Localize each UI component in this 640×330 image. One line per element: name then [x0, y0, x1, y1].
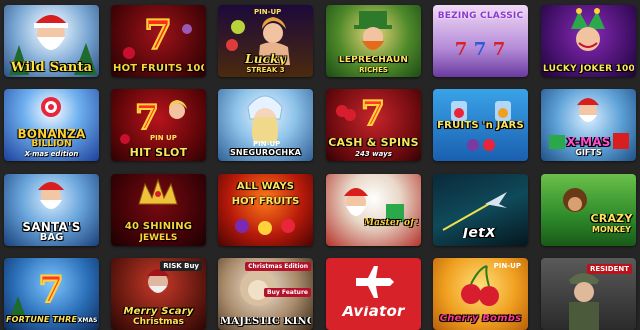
game-subtitle: STREAK 3 [246, 66, 285, 74]
game-title: JetX [463, 228, 496, 238]
plane-art [356, 266, 394, 298]
game-title: SANTA'S [22, 222, 81, 232]
game-title: LEPRECHAUN [338, 56, 409, 65]
game-title: MAJESTIC KING [220, 317, 311, 327]
game-title: LUCKY JOKER 100 [543, 64, 634, 74]
brand-badge: PIN UP [150, 134, 177, 142]
game-title: Lucky [245, 53, 286, 65]
game-subtitle: Christmas [132, 317, 184, 327]
game-title: Aviator [342, 306, 405, 316]
game-title: BEZING CLASSIC [437, 11, 524, 21]
game-tile-merry-scary-christmas[interactable]: RISK Buy Merry Scary Christmas [111, 258, 206, 330]
game-title: Merry Scary [123, 307, 194, 317]
game-title: HOT FRUITS 100 [113, 64, 204, 74]
game-tile-cherry-bombs[interactable]: PIN-UP Cherry Bombs [433, 258, 528, 330]
game-subtitle: GIFTS [575, 148, 602, 157]
game-tile-all-ways-hot-fruits[interactable]: ALL WAYS HOT FRUITS [218, 174, 313, 246]
games-grid: Wild Santa 7 HOT FRUITS 100 PIN-UP Lucky… [0, 0, 640, 330]
game-title: Cherry Bombs [439, 314, 522, 324]
svg-text:7: 7 [38, 269, 63, 311]
svg-text:7: 7 [455, 39, 468, 60]
brand-badge: PIN-UP [254, 8, 282, 16]
game-tile-hot-fruits-100[interactable]: 7 HOT FRUITS 100 [111, 5, 206, 77]
game-tile-lucky-joker-100[interactable]: LUCKY JOKER 100 [541, 5, 636, 77]
game-title: ALL WAYS [236, 182, 295, 192]
game-tile-lucky-streak-3[interactable]: PIN-UP Lucky STREAK 3 [218, 5, 313, 77]
game-title: HIT SLOT [129, 148, 188, 158]
game-tile-cash-and-spins[interactable]: 7 CASH & SPINS 243 ways [326, 89, 421, 161]
svg-text:7: 7 [493, 39, 506, 60]
game-title: FORTUNE THREE [6, 315, 77, 324]
game-subtitle: 243 ways [355, 150, 392, 158]
game-edition: X-mas edition [24, 150, 79, 158]
game-tile-majestic-king[interactable]: Christmas Edition Buy Feature MAJESTIC K… [218, 258, 313, 330]
game-title: CASH & SPINS [328, 138, 419, 148]
game-tile-hit-slot[interactable]: 7 PIN UP HIT SLOT [111, 89, 206, 161]
game-tile-resident[interactable]: RESIDENT [541, 258, 636, 330]
game-tile-fortune-three-xmas[interactable]: 7 FORTUNE THREE XMAS [4, 258, 99, 330]
svg-text:7: 7 [361, 94, 385, 134]
game-tile-jetx[interactable]: JetX [433, 174, 528, 246]
game-tile-aviator[interactable]: Aviator [326, 258, 421, 330]
brand-badge: PIN-UP [493, 262, 521, 270]
risk-buy-badge: RISK Buy [160, 261, 202, 271]
svg-text:7: 7 [474, 39, 487, 60]
monkey-art [563, 188, 587, 212]
game-subtitle: JEWELS [139, 233, 178, 243]
game-subtitle: RICHES [359, 66, 388, 74]
game-tile-pin-up-snegurochka[interactable]: PIN-UP SNEGUROCHKA [218, 89, 313, 161]
game-tile-crazy-monkey[interactable]: CRAZY MONKEY [541, 174, 636, 246]
game-subtitle: XMAS [77, 317, 98, 324]
game-tile-wild-santa[interactable]: Wild Santa [4, 5, 99, 77]
game-title: SNEGUROCHKA [229, 148, 302, 157]
game-title: Master of Xmas [364, 218, 419, 228]
game-title: 40 SHINING [124, 222, 193, 232]
game-tile-fruits-n-jars[interactable]: FRUITS 'n JARS [433, 89, 528, 161]
svg-text:7: 7 [144, 12, 172, 59]
buy-feature-badge: Buy Feature [264, 288, 311, 297]
game-tile-master-of-xmas[interactable]: Master of Xmas [326, 174, 421, 246]
game-tile-leprechaun-riches[interactable]: LEPRECHAUN RICHES [326, 5, 421, 77]
game-title: FRUITS 'n JARS [437, 121, 524, 131]
svg-text:7: 7 [135, 98, 159, 138]
santa-art [344, 188, 404, 222]
game-title: Wild Santa [10, 61, 93, 74]
edition-badge: Christmas Edition [245, 262, 311, 271]
game-subtitle: BAG [39, 232, 64, 243]
game-tile-40-shining-jewels[interactable]: 40 SHINING JEWELS [111, 174, 206, 246]
game-title: CRAZY [590, 214, 633, 224]
game-title: BONANZA [17, 129, 86, 139]
game-title: RESIDENT [586, 264, 632, 274]
game-subtitle: BILLION [31, 139, 72, 149]
game-subtitle: HOT FRUITS [231, 196, 300, 207]
game-title: X-MAS [566, 137, 611, 147]
game-tile-bonanza-billion[interactable]: BONANZA BILLION X-mas edition [4, 89, 99, 161]
game-subtitle: MONKEY [592, 225, 631, 234]
game-tile-x-mas-gifts[interactable]: X-MAS GIFTS [541, 89, 636, 161]
game-tile-santas-bag[interactable]: SANTA'S BAG [4, 174, 99, 246]
game-tile-bezing-classic[interactable]: 7 7 7 BEZING CLASSIC [433, 5, 528, 77]
